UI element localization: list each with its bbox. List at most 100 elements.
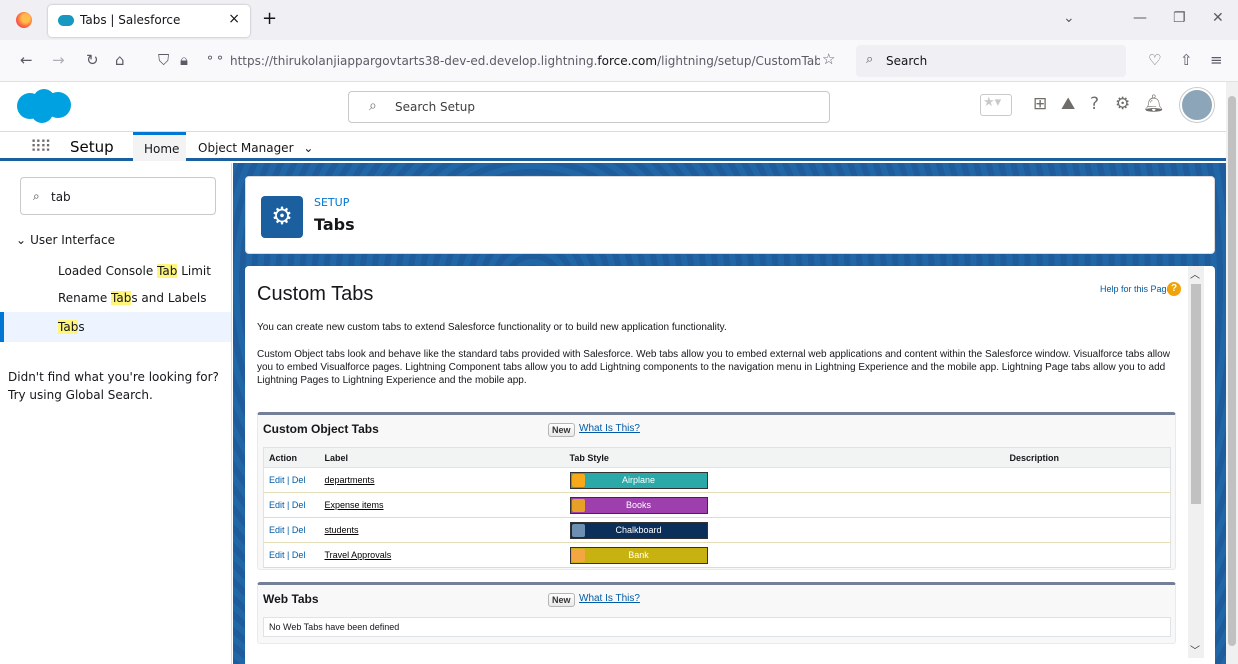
browser-nav-bar: ← → ↻ ⌂ ⛉ 🔒︎ ⚬⚬ https://thirukolanjiappa… — [0, 40, 1238, 82]
tab-label-link[interactable]: departments — [325, 475, 375, 485]
page-title: Tabs — [314, 215, 355, 234]
forward-icon[interactable]: → — [52, 51, 65, 69]
what-is-this-link[interactable]: What Is This? — [579, 423, 640, 434]
description-cell — [1004, 542, 1171, 568]
edit-link[interactable]: Edit — [269, 500, 285, 510]
web-tabs-empty-message: No Web Tabs have been defined — [263, 617, 1171, 637]
what-is-this-link[interactable]: What Is This? — [579, 593, 640, 604]
quick-find-value: tab — [51, 190, 71, 204]
del-link[interactable]: Del — [292, 550, 306, 560]
description-cell — [1004, 492, 1171, 518]
edit-link[interactable]: Edit — [269, 525, 285, 535]
books-icon — [571, 498, 585, 512]
trailhead-icon[interactable]: ⛰ — [1061, 94, 1075, 114]
browser-search-box[interactable]: ⌕ Search — [856, 45, 1126, 77]
tab-style-swatch: Chalkboard — [569, 521, 708, 539]
permissions-icon[interactable]: ⚬⚬ — [205, 51, 225, 65]
browser-tab[interactable]: Tabs | Salesforce × — [48, 5, 250, 37]
home-icon[interactable]: ⌂ — [115, 51, 125, 69]
edit-link[interactable]: Edit — [269, 475, 285, 485]
scroll-down-icon[interactable]: ﹀ — [1190, 642, 1200, 657]
new-custom-object-tab-button[interactable]: New — [548, 423, 575, 437]
airplane-icon — [571, 473, 585, 487]
url-text: https://thirukolanjiappargovtarts38-dev-… — [230, 54, 820, 68]
custom-object-tabs-table: Action Label Tab Style Description Edit … — [263, 447, 1171, 568]
back-icon[interactable]: ← — [20, 51, 33, 69]
content-scrollbar[interactable]: ︿ ﹀ — [1188, 266, 1204, 658]
tab-title: Tabs | Salesforce — [80, 13, 181, 27]
shield-icon[interactable]: ⛉ — [158, 51, 169, 69]
tab-label-link[interactable]: students — [325, 525, 359, 535]
tab-list-icon[interactable]: ⌄ — [1063, 10, 1075, 26]
web-tabs-section: Web Tabs New What Is This? No Web Tabs h… — [257, 582, 1176, 644]
pocket-icon[interactable]: ♡ — [1148, 51, 1161, 69]
setup-search-input[interactable]: ⌕ Search Setup — [348, 91, 830, 123]
restore-icon[interactable]: ❐ — [1173, 10, 1186, 26]
gear-icon[interactable]: ⚙ — [1115, 94, 1130, 114]
table-row: Edit | Del students Chalkboard — [263, 517, 1171, 543]
minimize-icon[interactable]: — — [1133, 10, 1147, 26]
tree-group-user-interface[interactable]: ⌄ User Interface — [16, 233, 115, 247]
firefox-icon[interactable] — [16, 12, 32, 28]
url-bar[interactable]: ⛉ 🔒︎ ⚬⚬ https://thirukolanjiappargovtart… — [150, 45, 846, 77]
page-header-card: ⚙ SETUP Tabs — [245, 176, 1215, 254]
extensions-icon[interactable]: ⇧ — [1180, 51, 1193, 69]
edit-link[interactable]: Edit — [269, 550, 285, 560]
chalkboard-icon — [571, 523, 585, 537]
global-actions-icon[interactable]: ⊞ — [1033, 94, 1047, 114]
page-scrollbar-thumb[interactable] — [1228, 96, 1236, 646]
avatar[interactable] — [1180, 88, 1214, 122]
del-link[interactable]: Del — [292, 525, 306, 535]
lock-icon[interactable]: 🔒︎ — [180, 51, 188, 69]
tab-style-label: Books — [625, 499, 651, 510]
del-link[interactable]: Del — [292, 500, 306, 510]
salesforce-logo-icon[interactable] — [12, 88, 74, 124]
help-question-icon[interactable]: ? — [1167, 282, 1181, 296]
col-action: Action — [263, 447, 320, 468]
chevron-down-icon: ⌄ — [16, 233, 27, 247]
tab-label-link[interactable]: Expense items — [325, 500, 384, 510]
tab-object-manager[interactable]: Object Manager ⌄ — [198, 141, 313, 155]
table-row: Edit | Del departments Airplane — [263, 467, 1171, 493]
tab-style-swatch: Airplane — [569, 471, 708, 489]
browser-search-placeholder: Search — [886, 54, 928, 68]
chevron-down-icon: ⌄ — [303, 141, 314, 155]
sidebar-item-loaded-console-tab-limit[interactable]: Loaded Console Tab Limit — [0, 256, 231, 286]
search-icon: ⌕ — [369, 98, 377, 114]
help-link[interactable]: Help for this Page — [1100, 284, 1172, 294]
setup-nav-bar: ⠿⠿ Setup Home Object Manager ⌄ — [0, 132, 1226, 161]
scrollbar-thumb[interactable] — [1191, 284, 1201, 504]
scroll-up-icon[interactable]: ︿ — [1190, 266, 1200, 281]
tab-label-link[interactable]: Travel Approvals — [325, 550, 392, 560]
favorites-icon[interactable]: ★▾ — [980, 94, 1012, 116]
intro-text: You can create new custom tabs to extend… — [257, 322, 727, 333]
sidebar-item-tabs[interactable]: Tabs — [0, 312, 231, 342]
bookmark-star-icon[interactable]: ☆ — [822, 50, 835, 68]
window-close-icon[interactable]: ✕ — [1212, 10, 1224, 26]
search-icon: ⌕ — [866, 52, 874, 67]
sidebar-item-rename-tabs-and-labels[interactable]: Rename Tabs and Labels — [0, 283, 231, 313]
quick-find-input[interactable]: ⌕ tab — [20, 177, 216, 215]
close-tab-icon[interactable]: × — [228, 11, 240, 27]
description-text: Custom Object tabs look and behave like … — [257, 349, 1170, 386]
new-web-tab-button[interactable]: New — [548, 593, 575, 607]
new-tab-button[interactable]: + — [262, 8, 277, 29]
help-icon[interactable]: ? — [1090, 94, 1099, 114]
setup-sidebar: ⌕ tab ⌄ User Interface Loaded Console Tab… — [0, 163, 232, 664]
breadcrumb: SETUP — [314, 196, 350, 209]
table-row: Edit | Del Travel Approvals Bank — [263, 542, 1171, 568]
del-link[interactable]: Del — [292, 475, 306, 485]
page-scrollbar[interactable] — [1226, 82, 1238, 664]
bell-icon[interactable]: 🔔︎ — [1143, 94, 1165, 114]
app-launcher-icon[interactable]: ⠿⠿ — [30, 137, 51, 156]
separator: | — [284, 475, 292, 485]
separator: | — [284, 550, 292, 560]
salesforce-header: ⌕ Search Setup ★▾ ⊞ ⛰ ? ⚙ 🔔︎ — [0, 82, 1226, 132]
tab-home[interactable]: Home — [133, 132, 186, 161]
tab-style-label: Bank — [628, 549, 649, 560]
table-header-row: Action Label Tab Style Description — [263, 447, 1171, 468]
menu-icon[interactable]: ≡ — [1210, 51, 1223, 69]
reload-icon[interactable]: ↻ — [86, 51, 99, 69]
separator: | — [284, 500, 292, 510]
tab-style-label: Chalkboard — [615, 524, 662, 535]
